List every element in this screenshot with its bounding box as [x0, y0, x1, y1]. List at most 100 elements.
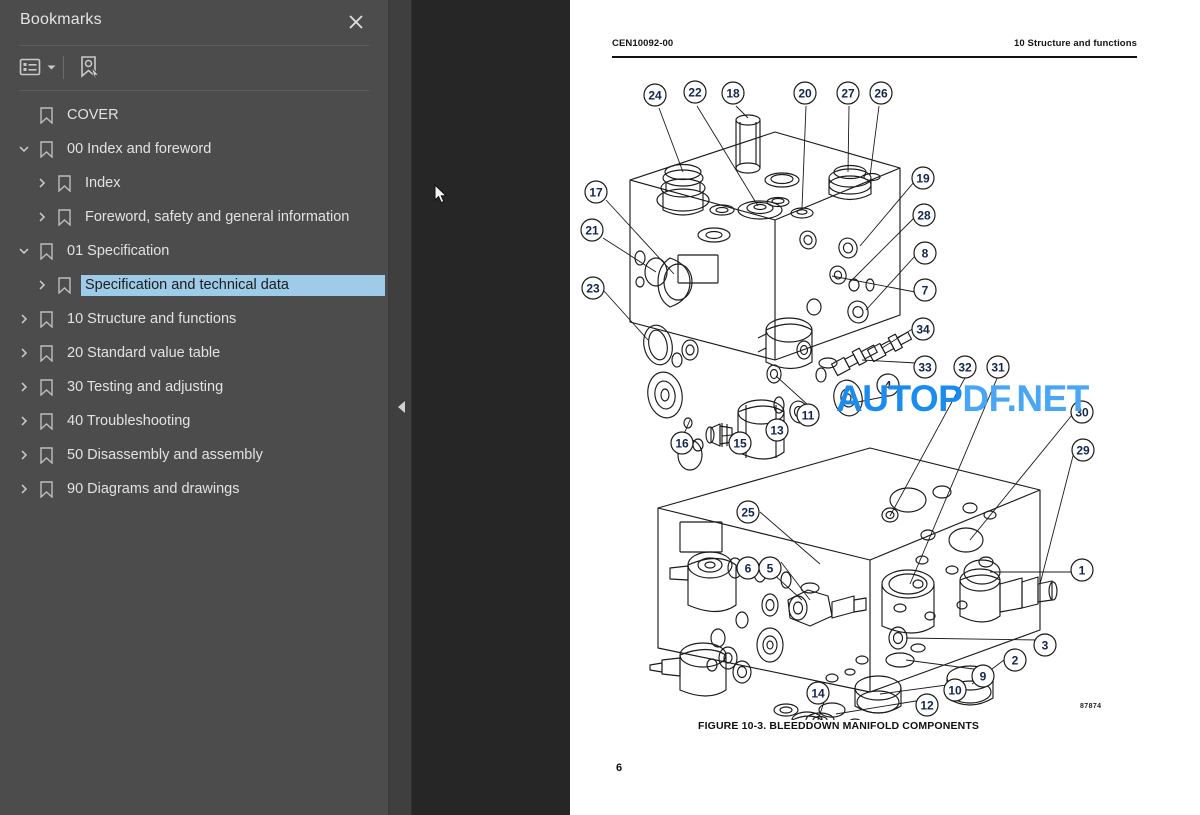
bookmark-icon — [38, 412, 54, 430]
bookmark-icon — [56, 174, 72, 192]
figure-callout: 11 — [796, 403, 820, 427]
figure-callout: 23 — [581, 276, 605, 300]
figure-callout-number: 13 — [770, 423, 784, 437]
bookmark-item[interactable]: 00 Index and foreword — [0, 132, 389, 166]
bookmark-icon — [38, 140, 54, 158]
figure-callout-number: 22 — [688, 85, 702, 99]
pdf-page: CEN10092-00 10 Structure and functions 2… — [570, 0, 1200, 815]
figure-callout: 29 — [1071, 438, 1095, 462]
figure-callout: 3 — [1033, 633, 1057, 657]
figure-callout: 24 — [643, 83, 667, 107]
figure-callout-number: 2 — [1012, 653, 1019, 667]
divider-bottom — [19, 90, 369, 91]
chevron-right-icon[interactable] — [16, 447, 32, 463]
bookmark-icon — [38, 106, 54, 124]
bookmark-item[interactable]: 90 Diagrams and drawings — [0, 472, 389, 506]
bookmark-item-label: 30 Testing and adjusting — [67, 378, 224, 395]
page-number: 6 — [616, 762, 623, 774]
figure-callout-number: 7 — [922, 283, 929, 297]
bookmark-item-label: COVER — [67, 106, 119, 123]
figure-callout: 13 — [765, 418, 789, 442]
figure-callout: 32 — [953, 355, 977, 379]
chevron-right-icon[interactable] — [16, 345, 32, 361]
figure-callout-number: 5 — [767, 561, 774, 575]
figure-callout-number: 17 — [589, 185, 603, 199]
bookmark-icon — [38, 378, 54, 396]
chevron-right-icon[interactable] — [16, 413, 32, 429]
chevron-down-icon[interactable] — [47, 58, 56, 76]
bookmark-icon — [38, 242, 54, 260]
chevron-right-icon[interactable] — [34, 209, 50, 225]
figure-callout-number: 33 — [918, 360, 932, 374]
pdf-viewer[interactable]: CEN10092-00 10 Structure and functions 2… — [412, 0, 1200, 815]
bookmark-item-label: Index — [85, 174, 121, 191]
figure-callout: 14 — [806, 681, 830, 705]
chevron-right-icon[interactable] — [16, 481, 32, 497]
list-options-icon[interactable] — [18, 55, 56, 79]
bookmark-icon — [38, 446, 54, 464]
bookmark-item-label: 40 Troubleshooting — [67, 412, 191, 429]
figure-callout-number: 9 — [980, 669, 987, 683]
bookmark-item[interactable]: 30 Testing and adjusting — [0, 370, 389, 404]
close-icon[interactable] — [342, 8, 370, 36]
chevron-down-icon[interactable] — [16, 141, 32, 157]
bookmarks-toolbar — [0, 46, 389, 90]
figure-callout-number: 15 — [733, 436, 747, 450]
bookmark-icon — [38, 480, 54, 498]
figure-callout: 22 — [683, 80, 707, 104]
figure-callout: 2 — [1003, 648, 1027, 672]
chevron-right-icon[interactable] — [16, 379, 32, 395]
figure-callout: 27 — [836, 81, 860, 105]
bookmark-item[interactable]: 50 Disassembly and assembly — [0, 438, 389, 472]
bookmark-item[interactable]: Specification and technical data — [0, 268, 389, 302]
figure-reference-number: 87874 — [1080, 703, 1102, 710]
bookmarks-panel-title: Bookmarks — [20, 11, 102, 28]
chevron-down-icon[interactable] — [16, 243, 32, 259]
bookmark-item[interactable]: 40 Troubleshooting — [0, 404, 389, 438]
pdf-reader-window: Bookmarks COVER 00 Index and foreword In… — [0, 0, 1200, 815]
bookmark-item-label: 01 Specification — [67, 242, 170, 259]
bookmark-item[interactable]: 20 Standard value table — [0, 336, 389, 370]
collapse-left-arrow-icon[interactable] — [396, 399, 408, 415]
document-running-header: CEN10092-00 10 Structure and functions — [612, 38, 1137, 49]
bookmark-icon — [38, 310, 54, 328]
figure-callout-number: 10 — [948, 683, 962, 697]
figure-callout-number: 11 — [802, 408, 815, 422]
bookmark-item-label: 90 Diagrams and drawings — [67, 480, 240, 497]
bookmarks-panel-header: Bookmarks — [0, 0, 388, 45]
figure-callout-number: 31 — [991, 360, 1005, 374]
chevron-right-icon[interactable] — [34, 175, 50, 191]
chevron-right-icon[interactable] — [16, 311, 32, 327]
figure-callout-number: 25 — [741, 505, 755, 519]
figure-callout: 34 — [911, 317, 935, 341]
figure-callout-number: 32 — [958, 360, 972, 374]
bookmark-item-label: 00 Index and foreword — [67, 140, 212, 157]
bookmark-cursor-icon[interactable] — [76, 54, 102, 80]
figure-callout-number: 1 — [1079, 563, 1086, 577]
figure-callout: 1 — [1070, 558, 1094, 582]
chevron-right-icon[interactable] — [34, 277, 50, 293]
figure-callout: 8 — [913, 241, 937, 265]
bookmark-item-label: 10 Structure and functions — [67, 310, 237, 327]
bookmark-item[interactable]: 01 Specification — [0, 234, 389, 268]
figure-callout-number: 28 — [917, 208, 931, 222]
figure-callout-number: 3 — [1042, 638, 1049, 652]
bookmarks-panel: Bookmarks COVER 00 Index and foreword In… — [0, 0, 389, 815]
figure-callout: 6 — [736, 556, 760, 580]
header-document-code: CEN10092-00 — [612, 38, 674, 49]
figure-callout: 25 — [736, 500, 760, 524]
bookmark-item[interactable]: COVER — [0, 98, 389, 132]
bookmark-item[interactable]: 10 Structure and functions — [0, 302, 389, 336]
figure-callout-number: 14 — [811, 686, 825, 700]
figure-callout: 33 — [913, 355, 937, 379]
toolbar-divider — [63, 56, 64, 79]
bookmark-item[interactable]: Index — [0, 166, 389, 200]
figure-callout-number: 6 — [745, 561, 752, 575]
bookmarks-tree: COVER 00 Index and foreword Index Foreword,… — [0, 98, 389, 506]
figure-callout-number: 34 — [916, 322, 930, 336]
bookmark-icon — [56, 208, 72, 226]
mouse-pointer-icon — [434, 183, 450, 206]
bookmark-item[interactable]: Foreword, safety and general information — [0, 200, 389, 234]
bookmark-item-label: 20 Standard value table — [67, 344, 221, 361]
header-section-title: 10 Structure and functions — [1014, 38, 1137, 49]
